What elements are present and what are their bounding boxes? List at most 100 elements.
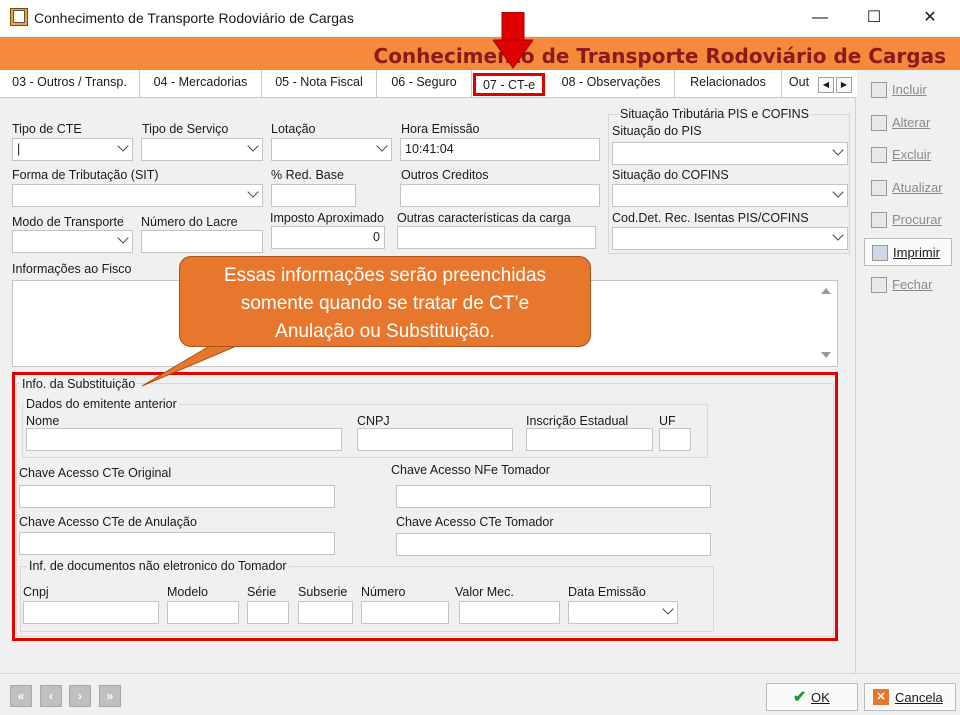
chave-cte-tomador-label: Chave Acesso CTe Tomador — [396, 515, 554, 529]
tipo-cte-label: Tipo de CTE — [12, 122, 82, 136]
hora-emissao-input[interactable]: 10:41:04 — [400, 138, 600, 161]
tab-mercadorias[interactable]: 04 - Mercadorias — [140, 70, 262, 97]
chave-anulacao-label: Chave Acesso CTe de Anulação — [19, 515, 197, 529]
numero-input[interactable] — [361, 601, 449, 624]
edit-icon — [871, 115, 887, 131]
excluir-button[interactable]: Excluir — [864, 141, 952, 169]
valor-mec-input[interactable] — [459, 601, 560, 624]
callout-line1: Essas informações serão preenchidas — [223, 265, 547, 286]
scroll-up-icon[interactable] — [821, 288, 831, 294]
serie-label: Série — [247, 585, 277, 599]
close-window-button[interactable]: ✕ — [918, 8, 942, 28]
tab-nota-fiscal[interactable]: 05 - Nota Fiscal — [262, 70, 377, 97]
imposto-aproximado-input[interactable]: 0 — [271, 226, 385, 249]
next-record-button[interactable]: › — [69, 685, 91, 707]
procurar-button[interactable]: Procurar — [864, 206, 952, 234]
subserie-label: Subserie — [298, 585, 348, 599]
tipo-cte-select[interactable]: | — [12, 138, 133, 161]
outros-creditos-input[interactable] — [400, 184, 600, 207]
maximize-button[interactable]: ☐ — [862, 8, 886, 28]
tab-outros-transp[interactable]: 03 - Outros / Transp. — [0, 70, 140, 97]
fechar-button[interactable]: Fechar — [864, 271, 952, 299]
cancel-label: Cancela — [895, 690, 943, 705]
chave-cte-tomador-input[interactable] — [396, 533, 711, 556]
cod-det-label: Cod.Det. Rec. Isentas PIS/COFINS — [612, 211, 809, 225]
tab-relacionados[interactable]: Relacionados — [675, 70, 782, 97]
imprimir-button[interactable]: Imprimir — [864, 238, 952, 266]
modelo-label: Modelo — [167, 585, 208, 599]
scroll-down-icon[interactable] — [821, 352, 831, 358]
data-emissao-label: Data Emissão — [568, 585, 646, 599]
outras-caracteristicas-input[interactable] — [397, 226, 596, 249]
forma-tributacao-select[interactable] — [12, 184, 263, 207]
situacao-cofins-label: Situação do COFINS — [612, 168, 729, 182]
valor-mec-label: Valor Mec. — [455, 585, 514, 599]
cancel-icon: ✕ — [873, 689, 889, 705]
modelo-input[interactable] — [167, 601, 239, 624]
tab-seguro[interactable]: 06 - Seguro — [377, 70, 472, 97]
first-record-button[interactable]: « — [10, 685, 32, 707]
chave-original-label: Chave Acesso CTe Original — [19, 466, 172, 480]
data-emissao-select[interactable] — [568, 601, 678, 624]
modo-transporte-select[interactable] — [12, 230, 133, 253]
tipo-servico-label: Tipo de Serviço — [142, 122, 229, 136]
tab-observacoes[interactable]: 08 - Observações — [548, 70, 675, 97]
incluir-button[interactable]: Incluir — [864, 76, 952, 104]
close-folder-icon — [871, 277, 887, 293]
atualizar-button[interactable]: Atualizar — [864, 174, 952, 202]
outros-creditos-label: Outros Creditos — [401, 168, 489, 182]
cnpj-doc-input[interactable] — [23, 601, 159, 624]
chave-anulacao-input[interactable] — [19, 532, 335, 555]
refresh-icon — [871, 180, 887, 196]
tab-cte[interactable]: 07 - CT-e — [473, 73, 545, 96]
chevron-down-icon — [117, 140, 129, 152]
chave-nfe-tomador-input[interactable] — [396, 485, 711, 508]
chevron-down-icon — [832, 229, 844, 241]
chevron-down-icon — [376, 140, 388, 152]
check-icon: ✔ — [793, 689, 807, 706]
cnpj-label: CNPJ — [357, 414, 390, 428]
red-base-input[interactable] — [271, 184, 356, 207]
cnpj-input[interactable] — [357, 428, 513, 451]
tab-outros[interactable]: Out — [782, 70, 816, 97]
chave-nfe-tomador-label: Chave Acesso NFe Tomador — [391, 463, 550, 477]
numero-lacre-input[interactable] — [141, 230, 263, 253]
minimize-button[interactable]: — — [808, 8, 832, 28]
previous-record-button[interactable]: ‹ — [40, 685, 62, 707]
red-base-label: % Red. Base — [271, 168, 344, 182]
tab-scroll-right-button[interactable]: ▶ — [836, 77, 852, 93]
tab-scroll-left-button[interactable]: ◀ — [818, 77, 834, 93]
fechar-label: Fechar — [892, 277, 933, 292]
imposto-aproximado-label: Imposto Aproximado — [270, 211, 384, 225]
ok-label: OK — [811, 690, 830, 705]
lotacao-select[interactable] — [271, 138, 392, 161]
chevron-down-icon — [832, 144, 844, 156]
subserie-input[interactable] — [298, 601, 353, 624]
substituicao-group-title: Info. da Substituição — [20, 377, 138, 391]
chevron-down-icon — [832, 186, 844, 198]
ok-button[interactable]: ✔ OK — [766, 683, 858, 711]
situacao-pis-label: Situação do PIS — [612, 124, 702, 138]
inscricao-input[interactable] — [526, 428, 653, 451]
incluir-label: Incluir — [892, 82, 927, 97]
fisco-scrollbar[interactable] — [815, 282, 837, 366]
situacao-cofins-select[interactable] — [612, 184, 848, 207]
callout-note: Essas informações serão preenchidas some… — [179, 256, 591, 347]
cod-det-select[interactable] — [612, 227, 848, 250]
nome-input[interactable] — [26, 428, 342, 451]
chevron-down-icon — [662, 603, 674, 615]
uf-input[interactable] — [659, 428, 691, 451]
imprimir-label: Imprimir — [893, 245, 940, 260]
excluir-label: Excluir — [892, 147, 932, 162]
situacao-pis-select[interactable] — [612, 142, 848, 165]
tipo-servico-select[interactable] — [141, 138, 263, 161]
chave-original-input[interactable] — [19, 485, 335, 508]
chevron-down-icon — [247, 140, 259, 152]
cancel-button[interactable]: ✕ Cancela — [864, 683, 956, 711]
alterar-button[interactable]: Alterar — [864, 109, 952, 137]
serie-input[interactable] — [247, 601, 289, 624]
emitente-group-title: Dados do emitente anterior — [24, 397, 179, 411]
last-record-button[interactable]: » — [99, 685, 121, 707]
nome-label: Nome — [26, 414, 60, 428]
lotacao-label: Lotação — [271, 122, 316, 136]
